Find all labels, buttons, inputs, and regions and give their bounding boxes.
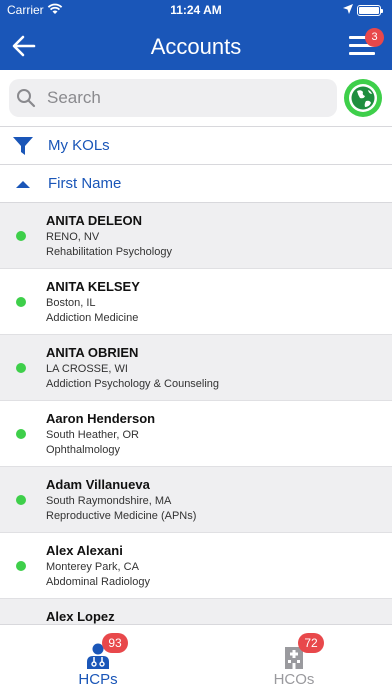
tab-hcps-label: HCPs <box>78 671 118 688</box>
sort-label: First Name <box>48 175 122 192</box>
status-dot <box>16 297 26 307</box>
list-item[interactable]: Adam Villanueva South Raymondshire, MA R… <box>0 467 392 533</box>
account-specialty: Rehabilitation Psychology <box>46 246 172 258</box>
account-specialty: Addiction Medicine <box>46 312 139 324</box>
list-item[interactable]: Aaron Henderson South Heather, OR Ophtha… <box>0 401 392 467</box>
list-item[interactable]: ANITA DELEON RENO, NV Rehabilitation Psy… <box>0 203 392 269</box>
nav-bar: Accounts 3 <box>0 20 392 70</box>
list-item[interactable]: ANITA KELSEY Boston, IL Addiction Medici… <box>0 269 392 335</box>
account-list[interactable]: ANITA DELEON RENO, NV Rehabilitation Psy… <box>0 202 392 624</box>
search-icon <box>17 89 36 108</box>
header: Carrier 11:24 AM Accounts 3 <box>0 0 392 70</box>
status-dot <box>16 363 26 373</box>
account-name: ANITA OBRIEN <box>46 345 139 360</box>
search-input[interactable] <box>47 85 327 111</box>
account-location: South Heather, OR <box>46 429 139 441</box>
status-dot <box>16 231 26 241</box>
search-bar[interactable] <box>9 79 337 117</box>
status-time: 11:24 AM <box>170 3 222 17</box>
tab-hcos-label: HCOs <box>273 671 315 688</box>
kol-filter-label: My KOLs <box>48 137 110 154</box>
tab-bar: 93 HCPs 72 HCOs <box>0 624 392 696</box>
list-item[interactable]: Alex Lopez <box>0 599 392 624</box>
account-name: Aaron Henderson <box>46 411 156 426</box>
menu-notification-badge: 3 <box>365 28 384 47</box>
account-location: Monterey Park, CA <box>46 561 139 573</box>
page-title: Accounts <box>150 34 242 59</box>
account-specialty: Addiction Psychology & Counseling <box>46 378 220 390</box>
account-name: Alex Lopez <box>46 609 115 624</box>
hcos-count-badge: 72 <box>298 633 324 653</box>
sort-row[interactable]: First Name <box>0 164 392 202</box>
filter-icon <box>13 137 33 155</box>
account-specialty: Abdominal Radiology <box>46 576 150 588</box>
list-item[interactable]: ANITA OBRIEN LA CROSSE, WI Addiction Psy… <box>0 335 392 401</box>
account-location: RENO, NV <box>46 231 100 243</box>
account-location: Boston, IL <box>46 297 96 309</box>
battery-icon <box>357 5 383 16</box>
hcps-count-badge: 93 <box>102 633 128 653</box>
account-name: Adam Villanueva <box>46 477 150 492</box>
status-dot <box>16 429 26 439</box>
status-bar: Carrier 11:24 AM <box>0 0 392 20</box>
tab-hcos[interactable]: 72 HCOs <box>196 625 392 696</box>
location-arrow-icon <box>343 4 353 14</box>
status-dot <box>16 495 26 505</box>
account-name: ANITA DELEON <box>46 213 143 228</box>
account-name: ANITA KELSEY <box>46 279 140 294</box>
list-item[interactable]: Alex Alexani Monterey Park, CA Abdominal… <box>0 533 392 599</box>
status-dot <box>16 561 26 571</box>
globe-button[interactable] <box>344 79 382 117</box>
kol-filter-row[interactable]: My KOLs <box>0 126 392 164</box>
account-location: LA CROSSE, WI <box>46 363 128 375</box>
tab-hcps[interactable]: 93 HCPs <box>0 625 196 696</box>
sort-ascending-icon <box>16 181 30 188</box>
account-specialty: Reproductive Medicine (APNs) <box>46 510 197 522</box>
search-area <box>0 70 392 126</box>
account-specialty: Ophthalmology <box>46 444 120 456</box>
account-name: Alex Alexani <box>46 543 123 558</box>
globe-icon <box>349 84 377 112</box>
account-location: South Raymondshire, MA <box>46 495 172 507</box>
